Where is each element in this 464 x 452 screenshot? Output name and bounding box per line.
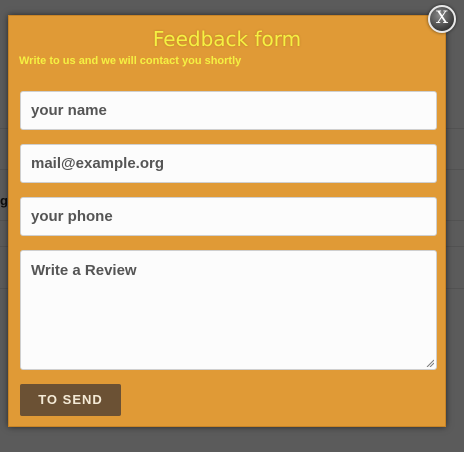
review-textarea[interactable]: Write a Review	[20, 250, 437, 370]
email-input[interactable]: mail@example.org	[20, 144, 437, 183]
modal-subtitle: Write to us and we will contact you shor…	[19, 55, 242, 67]
resize-grip-icon[interactable]	[426, 359, 434, 367]
phone-input[interactable]: your phone	[20, 197, 437, 236]
review-placeholder: Write a Review	[31, 262, 137, 279]
send-button[interactable]: TO SEND	[20, 384, 121, 416]
modal-title: Feedback form	[152, 27, 302, 51]
close-icon[interactable]: X	[428, 5, 456, 33]
name-input[interactable]: your name	[20, 91, 437, 130]
feedback-modal: Feedback form Write to us and we will co…	[8, 15, 446, 427]
